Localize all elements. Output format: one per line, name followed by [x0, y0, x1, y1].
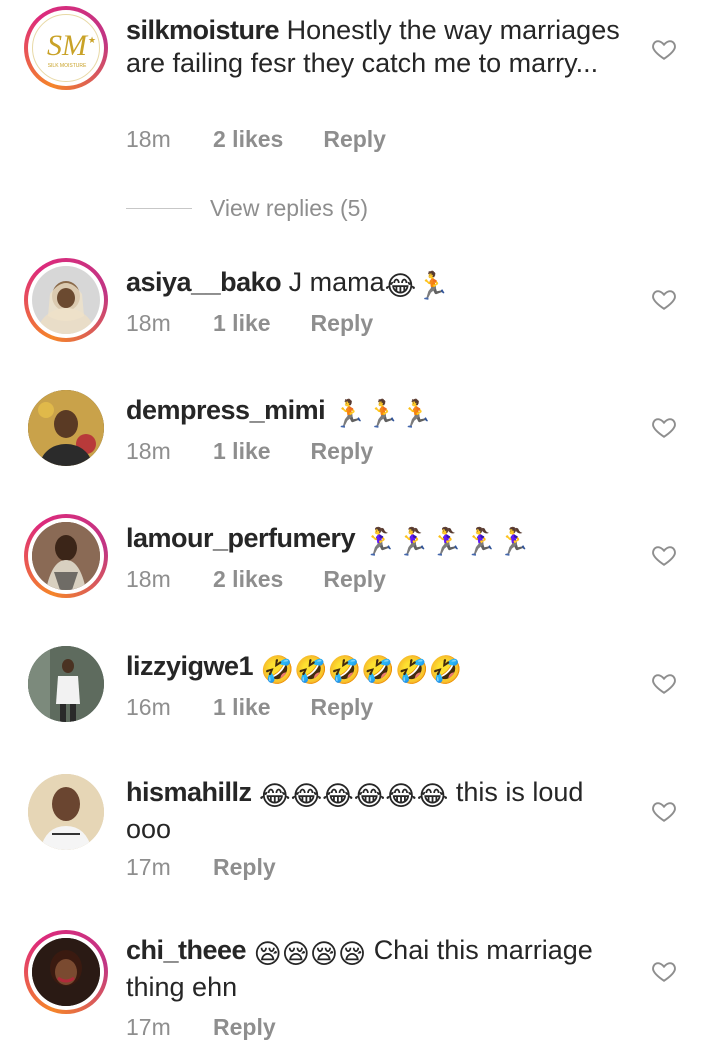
- comment-text: lamour_perfumery 🏃‍♀️🏃‍♀️🏃‍♀️🏃‍♀️🏃‍♀️: [126, 522, 631, 559]
- comment-likes[interactable]: 2 likes: [213, 566, 283, 593]
- comment-emojis: 😂🏃: [384, 271, 450, 301]
- heart-outline-icon[interactable]: [651, 414, 677, 440]
- reply-button[interactable]: Reply: [213, 854, 276, 881]
- heart-outline-icon[interactable]: [651, 670, 677, 696]
- comment-item: hismahillz 😂😂😂😂😂😂 this is loud ooo 17m R…: [0, 764, 720, 894]
- comment-time: 18m: [126, 310, 171, 336]
- comment-time: 17m: [126, 854, 171, 880]
- comment-item: asiya__bako J mama😂🏃 18m 1 like Reply: [0, 252, 720, 362]
- avatar[interactable]: [24, 642, 108, 726]
- heart-outline-icon[interactable]: [651, 798, 677, 824]
- avatar[interactable]: [24, 514, 108, 598]
- heart-outline-icon[interactable]: [651, 542, 677, 568]
- comment-username[interactable]: asiya__bako: [126, 267, 282, 297]
- comment-likes[interactable]: 1 like: [213, 310, 271, 337]
- reply-button[interactable]: Reply: [311, 310, 374, 337]
- reply-button[interactable]: Reply: [311, 438, 374, 465]
- comment-text: silkmoisture Honestly the way marriages …: [126, 14, 631, 80]
- comment-time: 18m: [126, 438, 171, 464]
- comment-meta: 17m Reply: [126, 854, 276, 881]
- avatar[interactable]: [24, 386, 108, 470]
- reply-button[interactable]: Reply: [323, 126, 386, 153]
- replies-divider: [126, 207, 192, 209]
- heart-outline-icon[interactable]: [651, 286, 677, 312]
- comment-time: 18m: [126, 566, 171, 592]
- comment-item: lizzyigwe1 🤣🤣🤣🤣🤣🤣 16m 1 like Reply: [0, 636, 720, 746]
- svg-text:★: ★: [88, 35, 96, 45]
- comment-likes[interactable]: 1 like: [213, 694, 271, 721]
- avatar[interactable]: [24, 770, 108, 854]
- logo-text: SM: [47, 29, 89, 62]
- reply-button[interactable]: Reply: [311, 694, 374, 721]
- comment-username[interactable]: lamour_perfumery: [126, 523, 356, 553]
- comment-text: chi_theee 😪😪😪😪 Chai this marriage thing …: [126, 934, 631, 1004]
- comment-username[interactable]: silkmoisture: [126, 15, 280, 45]
- comment-emojis: 🏃🏃🏃: [332, 399, 434, 429]
- comment-emojis: 😂😂😂😂😂😂: [259, 781, 449, 811]
- heart-outline-icon[interactable]: [651, 36, 677, 62]
- avatar[interactable]: [24, 930, 108, 1014]
- reply-button[interactable]: Reply: [213, 1014, 276, 1041]
- avatar[interactable]: SM SILK MOISTURE ★: [24, 6, 108, 90]
- comment-text: hismahillz 😂😂😂😂😂😂 this is loud ooo: [126, 776, 631, 846]
- heart-outline-icon[interactable]: [651, 958, 677, 984]
- comment-username[interactable]: chi_theee: [126, 935, 247, 965]
- comment-emojis: 🤣🤣🤣🤣🤣🤣: [260, 655, 463, 685]
- avatar[interactable]: [24, 258, 108, 342]
- comment-text: asiya__bako J mama😂🏃: [126, 266, 631, 303]
- reply-button[interactable]: Reply: [323, 566, 386, 593]
- view-replies-button[interactable]: View replies (5): [126, 193, 368, 223]
- comment-item: dempress_mimi 🏃🏃🏃 18m 1 like Reply: [0, 380, 720, 490]
- comment-meta: 16m 1 like Reply: [126, 694, 373, 721]
- comment-meta: 18m 2 likes Reply: [126, 566, 386, 593]
- logo-subtext: SILK MOISTURE: [48, 63, 87, 69]
- silkmoisture-logo: SM SILK MOISTURE ★: [47, 29, 96, 69]
- comment-likes[interactable]: 1 like: [213, 438, 271, 465]
- comment-likes[interactable]: 2 likes: [213, 126, 283, 153]
- comment-time: 16m: [126, 694, 171, 720]
- comment-meta: 18m 1 like Reply: [126, 438, 373, 465]
- comment-text: dempress_mimi 🏃🏃🏃: [126, 394, 631, 431]
- comment-time: 18m: [126, 126, 171, 152]
- comment-username[interactable]: hismahillz: [126, 777, 252, 807]
- comment-item: lamour_perfumery 🏃‍♀️🏃‍♀️🏃‍♀️🏃‍♀️🏃‍♀️ 18…: [0, 508, 720, 618]
- comment-emojis: 😪😪😪😪: [253, 939, 367, 969]
- comment-username[interactable]: lizzyigwe1: [126, 651, 254, 681]
- comment-meta: 18m 1 like Reply: [126, 310, 373, 337]
- comment-item: SM SILK MOISTURE ★ silkmoisture Honestly…: [0, 0, 720, 240]
- comment-meta: 18m 2 likes Reply: [126, 126, 386, 153]
- comment-username[interactable]: dempress_mimi: [126, 395, 326, 425]
- comment-body: J mama: [288, 267, 385, 297]
- comment-item: chi_theee 😪😪😪😪 Chai this marriage thing …: [0, 926, 720, 1044]
- comment-meta: 17m Reply: [126, 1014, 276, 1041]
- comment-emojis: 🏃‍♀️🏃‍♀️🏃‍♀️🏃‍♀️🏃‍♀️: [362, 527, 531, 557]
- comment-text: lizzyigwe1 🤣🤣🤣🤣🤣🤣: [126, 650, 631, 687]
- comment-time: 17m: [126, 1014, 171, 1040]
- view-replies-label: View replies (5): [210, 194, 369, 221]
